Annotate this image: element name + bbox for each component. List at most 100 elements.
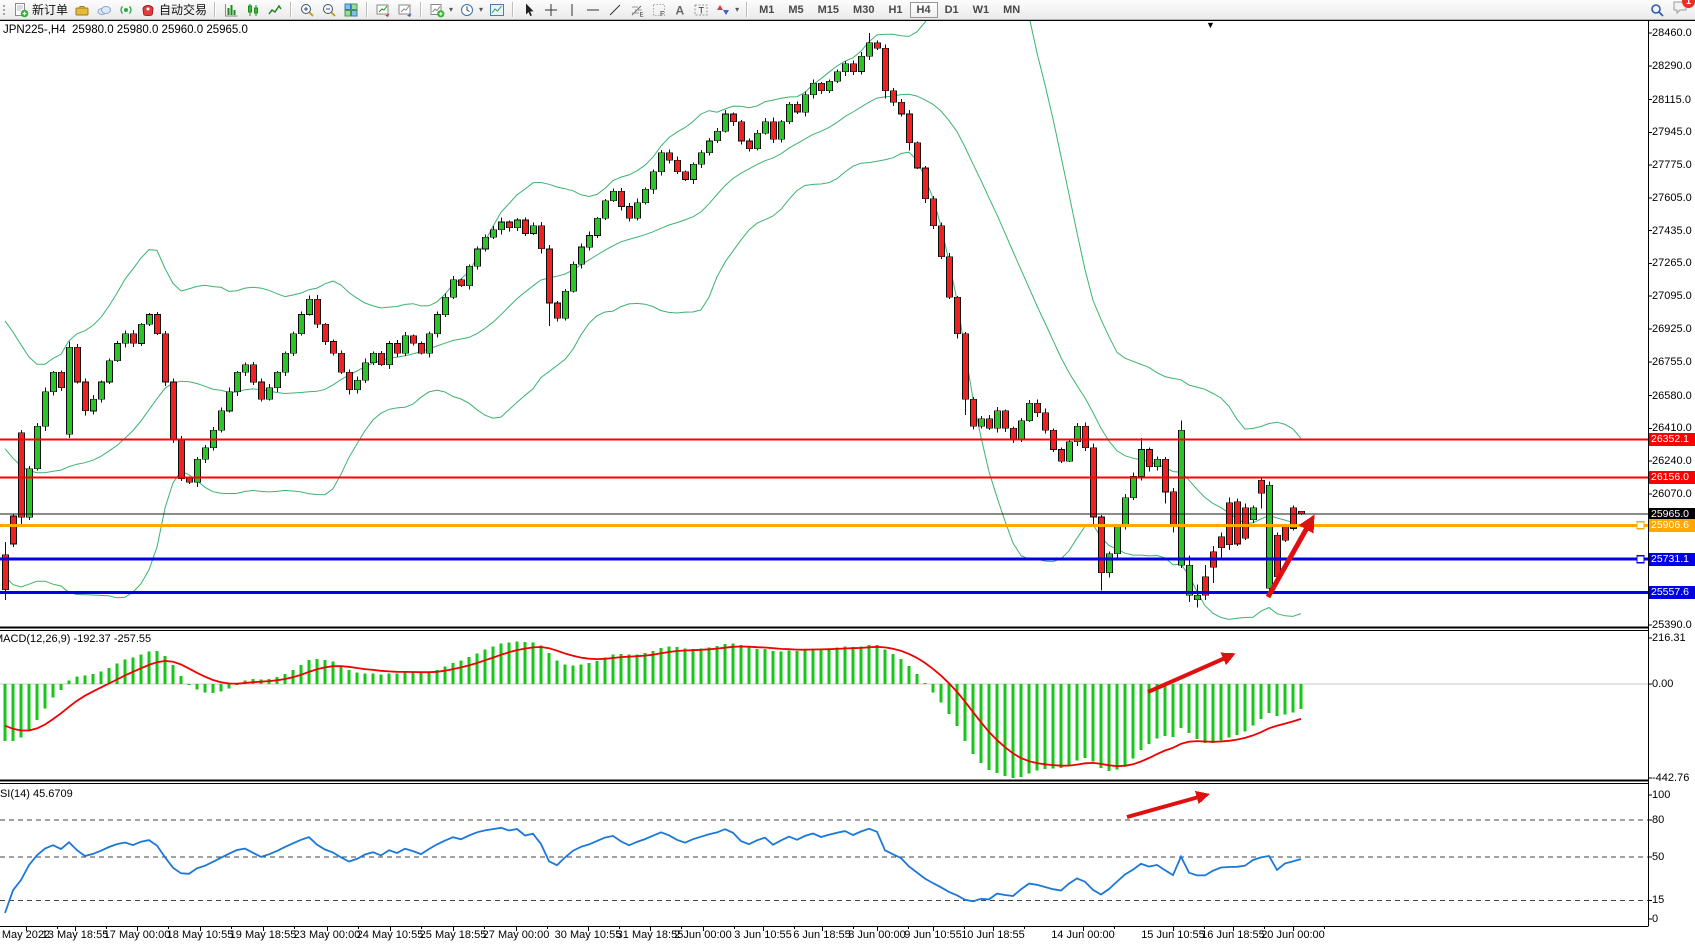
macd-bar — [964, 684, 967, 741]
candle — [699, 153, 705, 165]
candle — [1107, 554, 1113, 573]
candle — [75, 347, 81, 382]
template-load-button[interactable] — [394, 1, 416, 19]
candle — [1083, 426, 1089, 447]
vertical-line-tool-button[interactable] — [562, 1, 582, 19]
channel-tool-button[interactable]: F — [648, 1, 670, 19]
candle — [1091, 448, 1097, 517]
chart-canvas[interactable] — [0, 0, 1695, 945]
template-save-button[interactable] — [372, 1, 394, 19]
time-axis-label: 15 Jun 10:55 — [1141, 929, 1205, 941]
market-watch-button[interactable] — [93, 1, 115, 19]
hline-handle[interactable] — [1637, 556, 1644, 563]
timeframe-h1[interactable]: H1 — [881, 2, 909, 18]
rsi-axis-label: 50 — [1652, 851, 1664, 863]
macd-bar — [900, 659, 903, 684]
cursor-tool-button[interactable] — [518, 1, 540, 19]
macd-bar — [1060, 684, 1063, 768]
autotrade-button[interactable]: 自动交易 — [137, 1, 210, 19]
template-icon — [375, 2, 391, 18]
timeframe-m30[interactable]: M30 — [846, 2, 881, 18]
macd-bar — [860, 647, 863, 685]
cloud-icon — [96, 2, 112, 18]
macd-bar — [972, 684, 975, 754]
timeframe-mn[interactable]: MN — [996, 2, 1027, 18]
fibonacci-tool-button[interactable]: E — [626, 1, 648, 19]
text-tool-button[interactable]: A — [670, 1, 690, 19]
crosshair-tool-button[interactable] — [540, 1, 562, 19]
timeframe-h4[interactable]: H4 — [910, 2, 938, 18]
macd-bar — [1100, 684, 1103, 768]
candle — [979, 419, 985, 427]
candle — [443, 297, 449, 314]
label-tool-button[interactable]: T — [690, 1, 712, 19]
macd-bar — [452, 663, 455, 684]
new-order-button[interactable]: 新订单 — [10, 1, 71, 19]
horizontal-line-tool-button[interactable] — [582, 1, 604, 19]
toolbar-separator — [214, 2, 216, 17]
price-tag-26156.0: 26156.0 — [1649, 471, 1695, 484]
toolbar-separator — [290, 2, 292, 17]
price-axis-label: 28115.0 — [1652, 94, 1691, 106]
price-axis-label: 26070.0 — [1652, 488, 1692, 500]
candle — [323, 324, 329, 341]
candle — [1179, 430, 1185, 565]
trendline-tool-button[interactable] — [604, 1, 626, 19]
macd-bar — [1156, 684, 1159, 738]
timeframe-m15[interactable]: M15 — [811, 2, 846, 18]
template-icon — [397, 2, 413, 18]
price-axis-label: 28460.0 — [1652, 27, 1692, 39]
candlestick-icon — [245, 2, 261, 18]
tile-windows-button[interactable] — [340, 1, 362, 19]
timeframe-d1[interactable]: D1 — [938, 2, 966, 18]
bar-chart-button[interactable] — [220, 1, 242, 19]
candle — [515, 220, 521, 228]
candle — [851, 64, 857, 72]
toolbar-separator — [512, 2, 514, 17]
timeframe-m5[interactable]: M5 — [781, 2, 810, 18]
timeframe-w1[interactable]: W1 — [966, 2, 997, 18]
macd-bar — [852, 647, 855, 684]
macd-bar — [388, 674, 391, 685]
grid-f-icon: F — [651, 2, 667, 18]
macd-bar — [484, 650, 487, 684]
candle — [91, 399, 97, 411]
candle — [363, 363, 369, 380]
line-chart-button[interactable] — [264, 1, 286, 19]
candle — [539, 226, 545, 249]
candle — [963, 334, 969, 400]
macd-bar — [1284, 684, 1287, 715]
candle — [1195, 595, 1201, 600]
time-axis-label: 27 May 00:00 — [483, 929, 550, 941]
macd-bar — [700, 648, 703, 684]
hline-handle[interactable] — [1637, 522, 1644, 529]
zoom-in-button[interactable] — [296, 1, 318, 19]
search-button[interactable] — [1646, 1, 1668, 19]
candle — [579, 247, 585, 264]
candle — [859, 56, 865, 71]
macd-bar — [36, 684, 39, 720]
zoom-out-button[interactable] — [318, 1, 340, 19]
timeframe-m1[interactable]: M1 — [752, 2, 781, 18]
period-button[interactable]: ▾ — [456, 1, 486, 19]
chevron-down-icon: ▾ — [449, 5, 453, 14]
arrows-tool-button[interactable]: ▾ — [712, 1, 742, 19]
candle — [171, 382, 177, 440]
new-chart-button[interactable]: ▾ — [426, 1, 456, 19]
notifications-button[interactable]: 1 — [1672, 0, 1689, 20]
macd-bar — [988, 684, 991, 770]
svg-text:A: A — [676, 3, 685, 17]
chart-properties-button[interactable] — [486, 1, 508, 19]
signals-button[interactable] — [115, 1, 137, 19]
time-axis-label: 30 May 10:55 — [555, 929, 622, 941]
macd-bar — [332, 662, 335, 684]
candlestick-chart-button[interactable] — [242, 1, 264, 19]
candle — [1067, 442, 1073, 461]
macd-bar — [84, 676, 87, 684]
macd-bar — [540, 646, 543, 685]
macd-bar — [1236, 684, 1239, 735]
toolbar-grip[interactable] — [2, 3, 7, 17]
trend-arrow-rsi[interactable] — [1127, 795, 1206, 817]
profiles-button[interactable] — [71, 1, 93, 19]
macd-axis-label: 0.00 — [1652, 678, 1673, 690]
